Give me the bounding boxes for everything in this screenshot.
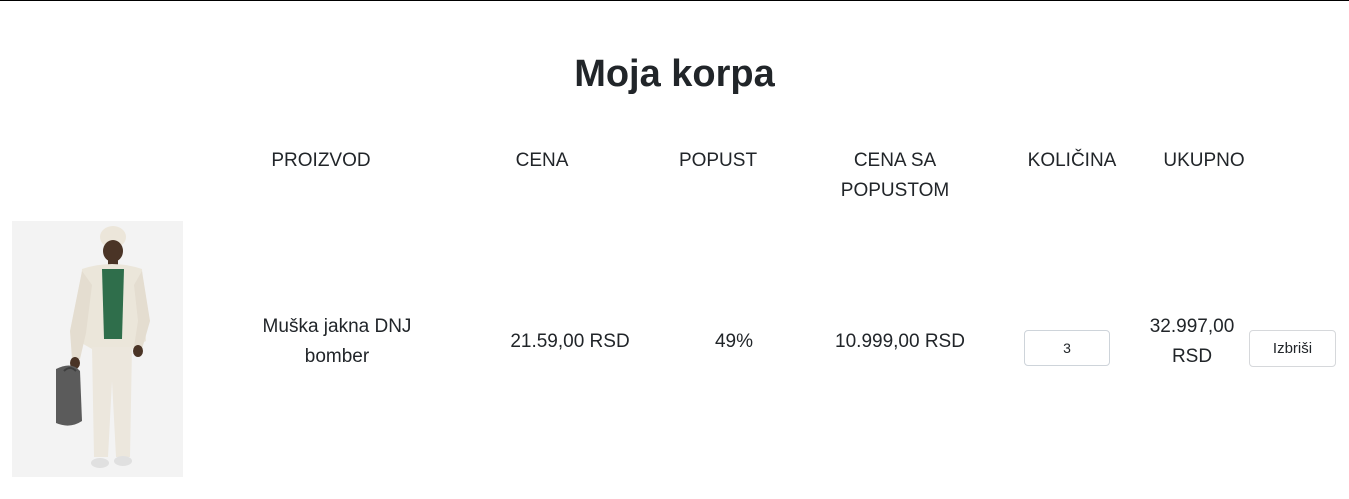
header-discount: POPUST xyxy=(678,150,758,171)
header-total: UKUPNO xyxy=(1163,150,1245,171)
delete-button[interactable]: Izbriši xyxy=(1249,330,1336,367)
page-title: Moja korpa xyxy=(574,53,775,95)
quantity-input[interactable] xyxy=(1024,330,1110,366)
header-discounted-price: CENA SA POPUSTOM xyxy=(815,146,975,206)
header-quantity: KOLIČINA xyxy=(1027,150,1117,171)
product-photo xyxy=(12,221,183,477)
top-divider xyxy=(0,0,1349,1)
product-name-line1: Muška jakna DNJ xyxy=(262,316,412,337)
header-price: CENA xyxy=(515,150,569,171)
product-price: 21.59,00 RSD xyxy=(510,331,630,352)
header-product: PROIZVOD xyxy=(271,150,371,171)
product-total: 32.997,00 RSD xyxy=(1142,312,1242,372)
product-discount: 49% xyxy=(714,331,754,352)
header-discounted-price-line1: CENA SA xyxy=(853,150,937,171)
header-discounted-price-line2: POPUSTOM xyxy=(840,180,950,201)
product-discounted-price: 10.999,00 RSD xyxy=(835,331,965,352)
product-name: Muška jakna DNJ bomber xyxy=(237,312,437,372)
product-total-line1: 32.997,00 xyxy=(1149,316,1235,337)
product-name-line2: bomber xyxy=(304,346,370,367)
product-total-line2: RSD xyxy=(1171,346,1213,367)
